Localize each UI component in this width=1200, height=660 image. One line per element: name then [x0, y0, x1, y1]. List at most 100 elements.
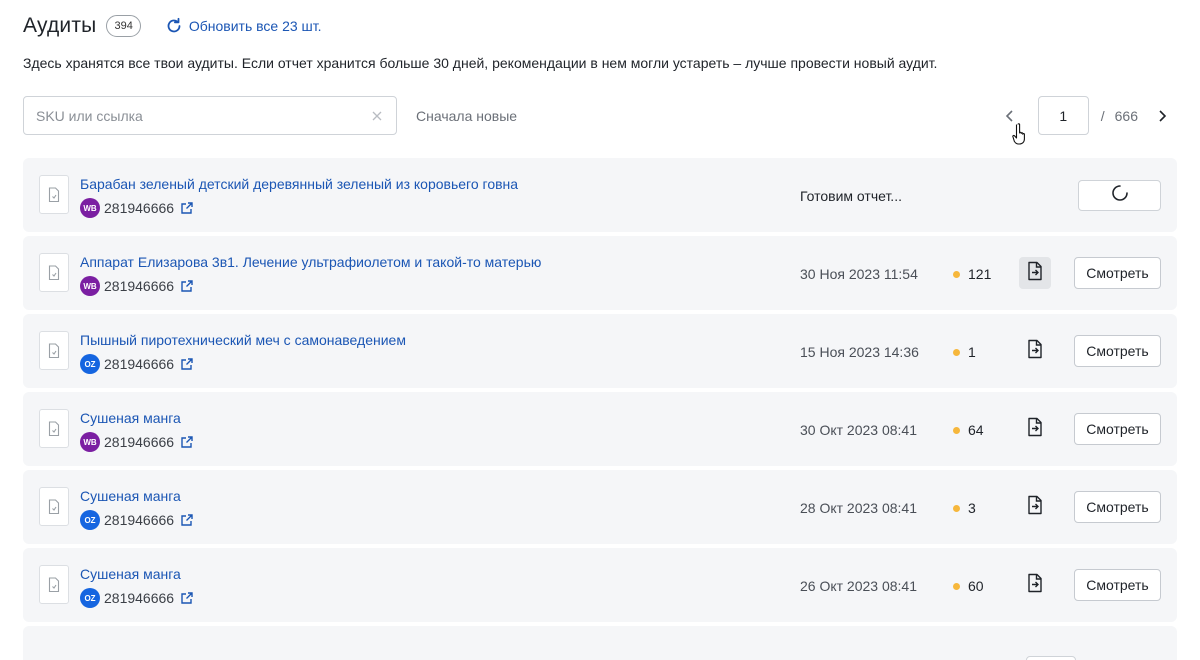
view-button-partial[interactable]: [1026, 656, 1076, 660]
chevron-left-icon: [1005, 109, 1013, 122]
pagination: / 666: [996, 96, 1176, 135]
product-meta: OZ 281946666: [80, 354, 194, 374]
document-icon: [39, 253, 69, 292]
product-title-link[interactable]: Сушеная манга: [80, 410, 181, 426]
status-dot-icon: [953, 348, 960, 356]
audit-list: Барабан зеленый детский деревянный зелен…: [23, 158, 1177, 660]
audit-row: Сушеная манга OZ 281946666 28 Окт 2023 08:4…: [23, 470, 1177, 544]
audit-date: 30 Окт 2023 08:41: [800, 422, 918, 438]
file-export-icon: [1026, 495, 1044, 520]
audit-row-partial: [23, 626, 1177, 660]
sku-text: 281946666: [104, 434, 175, 450]
product-title-link[interactable]: Пышный пиротехнический меч с самонаведен…: [80, 332, 406, 348]
issues-value: 3: [968, 500, 976, 516]
export-report-button[interactable]: [1019, 413, 1051, 445]
issues-value: 1: [968, 344, 976, 360]
refresh-icon: [167, 17, 181, 33]
status-dot-icon: [953, 504, 960, 512]
product-meta: OZ 281946666: [80, 510, 194, 530]
audit-row: Барабан зеленый детский деревянный зелен…: [23, 158, 1177, 232]
issues-count: 3: [953, 500, 976, 516]
marketplace-badge: OZ: [80, 510, 100, 530]
issues-count: 1: [953, 344, 976, 360]
view-button[interactable]: Смотреть: [1074, 257, 1161, 289]
page-title: Аудиты: [23, 14, 97, 37]
view-button[interactable]: Смотреть: [1074, 491, 1161, 523]
loading-button: [1078, 180, 1161, 211]
issues-count: 121: [953, 266, 991, 282]
next-page-button[interactable]: [1148, 96, 1176, 135]
view-button[interactable]: Смотреть: [1074, 335, 1161, 367]
product-title-link[interactable]: Аппарат Елизарова 3в1. Лечение ультрафио…: [80, 254, 541, 270]
product-meta: WB 281946666: [80, 432, 194, 452]
file-export-icon: [1026, 339, 1044, 364]
sku-text: 281946666: [104, 356, 175, 372]
audit-date: 30 Ноя 2023 11:54: [800, 266, 918, 282]
product-meta: WB 281946666: [80, 276, 194, 296]
audit-date: 28 Окт 2023 08:41: [800, 500, 918, 516]
status-dot-icon: [953, 270, 960, 278]
status-dot-icon: [953, 582, 960, 590]
sku-text: 281946666: [104, 278, 175, 294]
page-total: 666: [1114, 107, 1138, 124]
sku-text: 281946666: [104, 512, 175, 528]
status-text: Готовим отчет...: [800, 188, 902, 204]
marketplace-badge: WB: [80, 198, 100, 218]
audit-row: Сушеная манга OZ 281946666 26 Окт 2023 08:4…: [23, 548, 1177, 622]
file-export-icon: [1026, 261, 1044, 286]
export-report-button[interactable]: [1019, 569, 1051, 601]
sort-select[interactable]: Сначала новые: [416, 108, 517, 124]
sku-text: 281946666: [104, 200, 175, 216]
product-title-link[interactable]: Сушеная манга: [80, 566, 181, 582]
document-icon: [39, 175, 69, 214]
search-box: [23, 96, 397, 135]
marketplace-badge: WB: [80, 276, 100, 296]
document-icon: [39, 487, 69, 526]
document-icon: [39, 331, 69, 370]
product-meta: OZ 281946666: [80, 588, 194, 608]
page-description: Здесь хранятся все твои аудиты. Если отч…: [23, 55, 938, 71]
export-report-button[interactable]: [1019, 335, 1051, 367]
external-link-icon[interactable]: [180, 513, 194, 527]
document-icon: [39, 565, 69, 604]
clear-search-icon[interactable]: [370, 109, 384, 123]
marketplace-badge: OZ: [80, 588, 100, 608]
audit-row: Сушеная манга WB 281946666 30 Окт 2023 08:4…: [23, 392, 1177, 466]
chevron-right-icon: [1159, 109, 1167, 122]
external-link-icon[interactable]: [180, 279, 194, 293]
marketplace-badge: WB: [80, 432, 100, 452]
audit-date: 15 Ноя 2023 14:36: [800, 344, 919, 360]
refresh-all-link[interactable]: Обновить все 23 шт.: [165, 17, 322, 35]
file-export-icon: [1026, 573, 1044, 598]
refresh-all-label: Обновить все 23 шт.: [188, 18, 322, 34]
issues-value: 64: [968, 422, 984, 438]
file-export-icon: [1026, 417, 1044, 442]
product-title-link[interactable]: Сушеная манга: [80, 488, 181, 504]
view-button[interactable]: Смотреть: [1074, 569, 1161, 601]
audit-row: Аппарат Елизарова 3в1. Лечение ультрафио…: [23, 236, 1177, 310]
prev-page-button[interactable]: [996, 96, 1024, 135]
product-title-link[interactable]: Барабан зеленый детский деревянный зелен…: [80, 176, 518, 192]
view-button[interactable]: Смотреть: [1074, 413, 1161, 445]
issues-value: 121: [968, 266, 992, 282]
spinner-icon: [1111, 184, 1129, 207]
page-separator: /: [1100, 107, 1105, 124]
status-dot-icon: [953, 426, 960, 434]
export-report-button[interactable]: [1019, 491, 1051, 523]
page-number-input[interactable]: [1037, 96, 1089, 135]
document-icon: [39, 409, 69, 448]
issues-value: 60: [968, 578, 984, 594]
audit-date: 26 Окт 2023 08:41: [800, 578, 918, 594]
external-link-icon[interactable]: [180, 201, 194, 215]
audit-row: Пышный пиротехнический меч с самонаведен…: [23, 314, 1177, 388]
search-input[interactable]: [36, 107, 370, 124]
issues-count: 64: [953, 422, 984, 438]
external-link-icon[interactable]: [180, 357, 194, 371]
issues-count: 60: [953, 578, 984, 594]
external-link-icon[interactable]: [180, 591, 194, 605]
sku-text: 281946666: [104, 590, 175, 606]
product-meta: WB 281946666: [80, 198, 194, 218]
external-link-icon[interactable]: [180, 435, 194, 449]
count-badge: 394: [106, 15, 141, 37]
export-report-button[interactable]: [1019, 257, 1051, 289]
